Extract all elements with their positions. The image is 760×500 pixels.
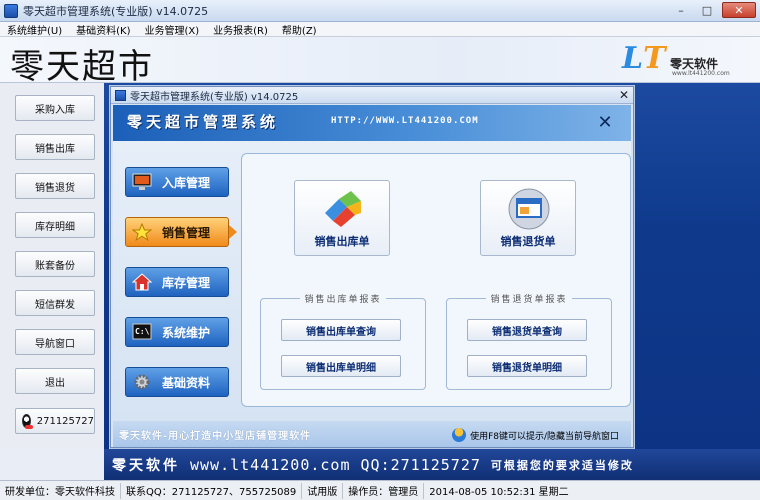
nav-basic-label: 基础资料 — [162, 375, 211, 390]
status-datetime: 2014-08-05 10:52:31 星期二 — [429, 487, 569, 498]
app-icon — [4, 3, 18, 18]
sales-out-query-button[interactable]: 销售出库单查询 — [281, 319, 401, 341]
content-panel: 销售出库单 销售退货单 销售出库单报表 销售出库单查询 销售出库单明细 销售退货… — [241, 153, 631, 407]
sales-out-order-label: 销售出库单 — [314, 235, 370, 248]
dialog-slogan: 零天软件-用心打造中小型店铺管理软件 — [119, 431, 312, 442]
dialog-title: 零天超市管理系统(专业版) v14.0725 — [130, 91, 299, 103]
banner-contact: www.lt441200.com QQ:271125727 — [190, 455, 481, 474]
sales-out-detail-button[interactable]: 销售出库单明细 — [281, 355, 401, 377]
sales-return-report-group: 销售退货单报表 销售退货单查询 销售退货单明细 — [446, 295, 612, 390]
dialog-hint: 使用F8键可以提示/隐藏当前导航窗口 — [452, 428, 619, 442]
sidebar-sales-out[interactable]: 销售出库 — [15, 134, 95, 160]
menu-reports[interactable]: 业务报表(R) — [206, 22, 275, 37]
dialog-app-icon — [115, 89, 126, 101]
sidebar-nav-window[interactable]: 导航窗口 — [15, 329, 95, 355]
sidebar-exit[interactable]: 退出 — [15, 368, 95, 394]
status-bar: 研发单位：零天软件科技 联系QQ：271125727、755725089 试用版… — [0, 480, 760, 500]
dialog-header-close-button[interactable]: ✕ — [595, 112, 615, 133]
system-name: 零天超市管理系统 — [127, 113, 280, 131]
sales-out-report-title: 销售出库单报表 — [300, 295, 386, 305]
sidebar-sales-return[interactable]: 销售退货 — [15, 173, 95, 199]
nav-inbound[interactable]: 入库管理 — [125, 167, 229, 197]
qq-number: 271125727 — [36, 415, 94, 427]
nav-system-label: 系统维护 — [162, 325, 211, 340]
dialog-titlebar: 零天超市管理系统(专业版) v14.0725 ✕ — [111, 87, 633, 104]
nav-stock[interactable]: 库存管理 — [125, 267, 229, 297]
house-icon — [132, 273, 152, 291]
status-operator: 操作员：管理员 — [343, 482, 425, 499]
monitor-icon — [132, 173, 152, 190]
minimize-button[interactable]: – — [670, 2, 692, 18]
sidebar-stock-detail[interactable]: 库存明细 — [15, 212, 95, 238]
window-controls: – □ ✕ — [670, 2, 756, 18]
sidebar-backup[interactable]: 账套备份 — [15, 251, 95, 277]
status-contact: 联系QQ：271125727、755725089 — [121, 482, 303, 499]
sidebar: 采购入库 销售出库 销售退货 库存明细 账套备份 短信群发 导航窗口 退出 27… — [0, 83, 104, 449]
sales-out-order-button[interactable]: 销售出库单 — [294, 180, 390, 256]
nav-basic[interactable]: 基础资料 — [125, 367, 229, 397]
window-titlebar: 零天超市管理系统(专业版) v14.0725 – □ ✕ — [0, 0, 760, 22]
puzzle-blocks-icon — [325, 191, 361, 227]
logo-url: www.lt441200.com — [672, 70, 730, 77]
gear-icon — [134, 374, 150, 390]
close-button[interactable]: ✕ — [722, 2, 756, 18]
banner-brand: 零天软件 — [112, 457, 180, 474]
sales-return-detail-button[interactable]: 销售退货单明细 — [467, 355, 587, 377]
menu-business[interactable]: 业务管理(X) — [138, 22, 207, 37]
dialog-hint-text: 使用F8键可以提示/隐藏当前导航窗口 — [470, 431, 619, 442]
user-hint-icon — [452, 428, 467, 442]
star-icon — [132, 223, 152, 241]
sales-return-order-label: 销售退货单 — [500, 235, 556, 248]
menu-basic-data[interactable]: 基础资料(K) — [69, 22, 137, 37]
bottom-banner: 零天软件 www.lt441200.com QQ:271125727 可根据您的… — [104, 449, 760, 480]
sidebar-purchase-in[interactable]: 采购入库 — [15, 95, 95, 121]
status-edition: 试用版 — [302, 482, 344, 499]
brand-logo: LT 零天软件 www.lt441200.com — [622, 41, 742, 79]
qq-icon — [22, 414, 33, 429]
sidebar-sms[interactable]: 短信群发 — [15, 290, 95, 316]
dialog-url: HTTP://WWW.LT441200.COM — [331, 116, 479, 126]
dialog-close-icon[interactable]: ✕ — [619, 88, 629, 102]
app-header: 零天超市 LT 零天软件 www.lt441200.com — [0, 37, 760, 87]
terminal-icon: C:\ — [132, 323, 152, 340]
active-nav-pointer — [229, 225, 237, 239]
nav-inbound-label: 入库管理 — [162, 175, 211, 190]
nav-stock-label: 库存管理 — [162, 275, 211, 290]
app-title: 零天超市 — [10, 47, 154, 87]
nav-system[interactable]: C:\ 系统维护 — [125, 317, 229, 347]
menu-system[interactable]: 系统维护(U) — [0, 22, 69, 37]
nav-sales-label: 销售管理 — [162, 225, 211, 240]
nav-dialog: 零天超市管理系统(专业版) v14.0725 ✕ 零天超市管理系统 HTTP:/… — [110, 86, 634, 448]
sales-return-order-button[interactable]: 销售退货单 — [480, 180, 576, 256]
browser-window-icon — [508, 188, 550, 230]
sales-out-report-group: 销售出库单报表 销售出库单查询 销售出库单明细 — [260, 295, 426, 390]
dialog-footer: 零天软件-用心打造中小型店铺管理软件 使用F8键可以提示/隐藏当前导航窗口 — [113, 421, 631, 447]
sales-return-query-button[interactable]: 销售退货单查询 — [467, 319, 587, 341]
svg-text:C:\: C:\ — [135, 327, 150, 336]
sidebar-qq[interactable]: 271125727 — [15, 408, 95, 434]
dialog-body: 入库管理 销售管理 库存管理 C:\ 系统维护 基础资料 销售出库单 销售退货单… — [113, 141, 631, 421]
banner-tagline: 可根据您的要求适当修改 — [490, 458, 634, 472]
maximize-button[interactable]: □ — [696, 2, 718, 18]
sales-return-report-title: 销售退货单报表 — [486, 295, 572, 305]
status-developer: 研发单位：零天软件科技 — [0, 482, 121, 499]
dialog-header: 零天超市管理系统 HTTP://WWW.LT441200.COM ✕ — [113, 105, 631, 141]
menu-help[interactable]: 帮助(Z) — [275, 22, 324, 37]
nav-sales[interactable]: 销售管理 — [125, 217, 229, 247]
menu-bar: 系统维护(U) 基础资料(K) 业务管理(X) 业务报表(R) 帮助(Z) — [0, 22, 760, 37]
window-title: 零天超市管理系统(专业版) v14.0725 — [23, 4, 209, 18]
lt-logo-icon: LT — [622, 41, 666, 76]
